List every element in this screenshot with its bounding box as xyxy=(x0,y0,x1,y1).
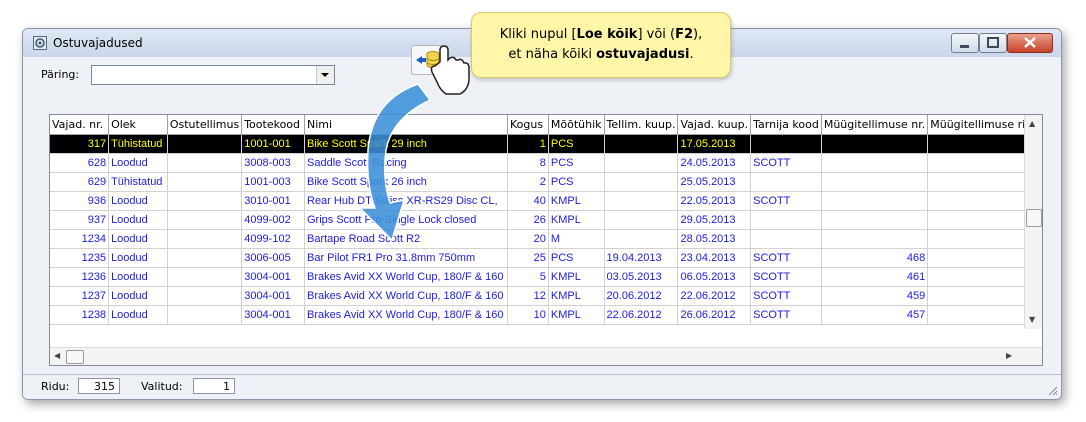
pointer-hand-icon xyxy=(430,45,470,95)
tutorial-arrow-icon xyxy=(358,83,432,242)
callout-overlay xyxy=(358,45,470,242)
